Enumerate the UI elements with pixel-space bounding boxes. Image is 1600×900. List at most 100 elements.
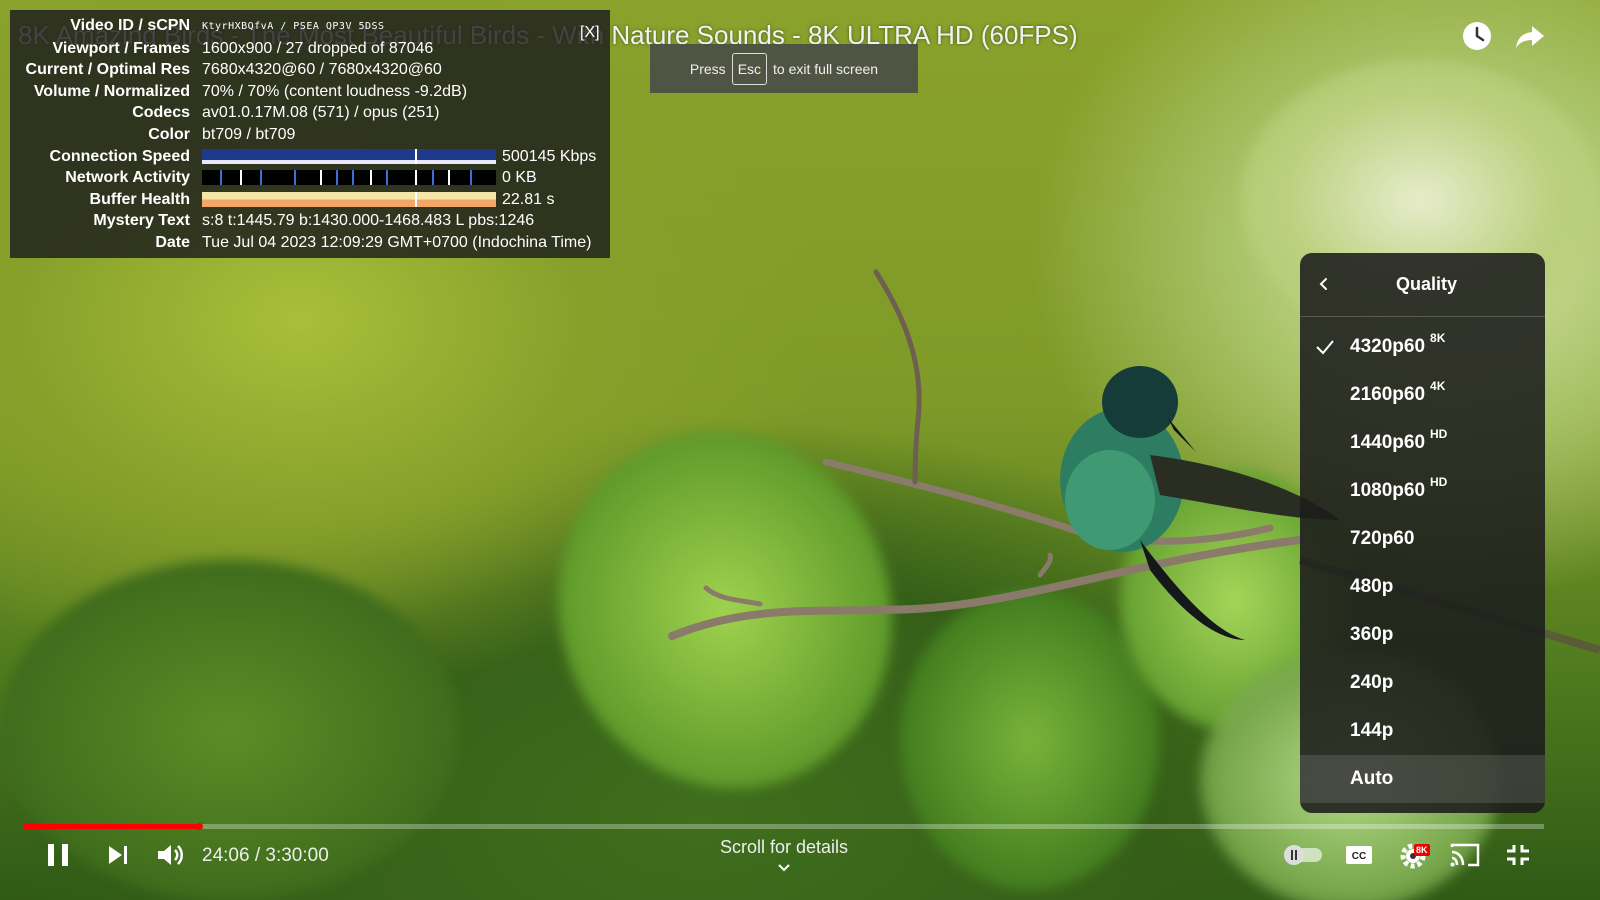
stats-key: Mystery Text (93, 212, 190, 230)
stats-key: Codecs (132, 104, 190, 122)
quality-option-label: 240p (1350, 672, 1394, 693)
progress-scrubber[interactable] (195, 823, 203, 830)
quality-option-label: 4320p60 (1350, 336, 1426, 357)
stats-key: Current / Optimal Res (25, 61, 190, 79)
stats-value: s:8 t:1445.79 b:1430.000-1468.483 L pbs:… (202, 212, 535, 230)
quality-option-label: 2160p60 (1350, 384, 1426, 405)
stats-row: Network Activity 0 KB (10, 167, 602, 189)
stats-row: Buffer Health 22.81 s (10, 189, 602, 211)
network-activity-tick (386, 170, 388, 186)
network-activity-tick (370, 170, 372, 186)
next-icon[interactable] (104, 838, 132, 872)
fullscreen-hint-suffix: to exit full screen (773, 60, 879, 77)
quality-option[interactable]: 4320p60 8K (1300, 323, 1545, 371)
quality-option-label: 1440p60 (1350, 432, 1426, 453)
stats-close-button[interactable]: [X] (580, 22, 600, 44)
quality-badge: 4K (1430, 379, 1446, 393)
quality-option-label: 360p (1350, 624, 1394, 645)
network-activity-tick (470, 170, 472, 186)
network-activity-tick (240, 170, 242, 186)
network-activity-tick (220, 170, 222, 186)
quality-badge: 8K (1430, 331, 1446, 345)
quality-options-list: 4320p60 8K 2160p60 4K 1440p60 HD 1080p60… (1300, 317, 1545, 803)
quality-option[interactable]: 1440p60 HD (1300, 419, 1545, 467)
quality-option[interactable]: 360p (1300, 611, 1545, 659)
stats-row: Date Tue Jul 04 2023 12:09:29 GMT+0700 (… (10, 232, 602, 254)
stats-row: Volume / Normalized 70% / 70% (content l… (10, 81, 602, 103)
stats-row: Connection Speed 500145 Kbps (10, 146, 602, 168)
svg-text:CC: CC (1352, 851, 1366, 862)
stats-row: Video ID / sCPN KtyrHXBQfvA / PSEA QP3V … (10, 14, 602, 38)
pause-icon[interactable] (44, 838, 72, 872)
stats-row: Viewport / Frames 1600x900 / 27 dropped … (10, 38, 602, 60)
network-activity-tick (352, 170, 354, 186)
stats-key: Buffer Health (89, 190, 190, 208)
stats-key: Video ID / sCPN (70, 17, 190, 34)
network-activity-tick (294, 170, 296, 186)
quality-badge: HD (1430, 475, 1448, 489)
cast-icon[interactable] (1449, 838, 1481, 872)
stats-row: Codecs av01.0.17M.08 (571) / opus (251) (10, 102, 602, 124)
stats-key: Volume / Normalized (33, 82, 190, 100)
checkmark-icon (1316, 340, 1334, 355)
progress-played (24, 824, 199, 829)
stats-value: 22.81 s (502, 190, 555, 208)
quality-option-label: 1080p60 (1350, 480, 1426, 501)
network-activity-tick (320, 170, 322, 186)
quality-menu: Quality 4320p60 8K 2160p60 4K 1440p60 HD… (1300, 253, 1545, 813)
scroll-for-details[interactable]: Scroll for details (700, 837, 868, 858)
chevron-down-icon[interactable] (776, 862, 792, 874)
stats-value: bt709 / bt709 (202, 125, 296, 143)
stats-key: Date (155, 233, 190, 251)
quality-option[interactable]: Auto (1300, 755, 1545, 803)
quality-option[interactable]: 480p (1300, 563, 1545, 611)
stats-for-nerds-panel: Video ID / sCPN KtyrHXBQfvA / PSEA QP3V … (10, 10, 610, 258)
settings-quality-badge: 8K (1414, 844, 1430, 856)
chevron-left-icon[interactable] (1314, 273, 1334, 295)
quality-option-label: 144p (1350, 720, 1394, 741)
clock-icon[interactable] (1461, 20, 1493, 52)
fullscreen-hint-prefix: Press (689, 60, 726, 77)
quality-menu-title: Quality (1395, 274, 1457, 294)
connection-speed-graph (202, 148, 496, 164)
stats-value: 70% / 70% (content loudness -9.2dB) (202, 82, 468, 100)
quality-option-label: 480p (1350, 576, 1394, 597)
quality-option-label: 720p60 (1350, 528, 1415, 549)
network-activity-graph (202, 170, 496, 186)
stats-row: Color bt709 / bt709 (10, 124, 602, 146)
network-activity-tick (432, 170, 434, 186)
exit-fullscreen-icon[interactable] (1503, 838, 1533, 872)
stats-key: Network Activity (65, 169, 190, 187)
time-display: 24:06 / 3:30:00 (202, 845, 329, 866)
network-activity-tick (336, 170, 338, 186)
stats-value: 0 KB (502, 169, 537, 187)
stats-value: 500145 Kbps (502, 147, 597, 165)
progress-bar[interactable] (24, 823, 1544, 830)
stats-row: Mystery Text s:8 t:1445.79 b:1430.000-14… (10, 210, 602, 232)
autoplay-toggle-icon[interactable] (1282, 838, 1324, 872)
captions-icon[interactable]: CC (1344, 838, 1374, 872)
stats-key: Connection Speed (49, 147, 190, 165)
esc-key-badge: Esc (731, 52, 768, 85)
quality-option[interactable]: 1080p60 HD (1300, 467, 1545, 515)
stats-value: 1600x900 / 27 dropped of 87046 (202, 39, 434, 57)
stats-table: Video ID / sCPN KtyrHXBQfvA / PSEA QP3V … (10, 14, 602, 254)
fullscreen-hint: Press Esc to exit full screen (650, 44, 918, 93)
stats-value: Tue Jul 04 2023 12:09:29 GMT+0700 (Indoc… (202, 233, 592, 251)
quality-option[interactable]: 2160p60 4K (1300, 371, 1545, 419)
quality-menu-header[interactable]: Quality (1300, 253, 1545, 317)
stats-key: Color (148, 125, 190, 143)
stats-value: av01.0.17M.08 (571) / opus (251) (202, 104, 440, 122)
stats-key: Viewport / Frames (52, 39, 190, 57)
volume-icon[interactable] (155, 838, 185, 872)
quality-option[interactable]: 144p (1300, 707, 1545, 755)
network-activity-tick (260, 170, 262, 186)
network-activity-tick (448, 170, 450, 186)
quality-option[interactable]: 720p60 (1300, 515, 1545, 563)
buffer-health-graph (202, 192, 496, 208)
quality-badge: HD (1430, 427, 1448, 441)
share-icon[interactable] (1514, 20, 1546, 52)
stats-row: Current / Optimal Res 7680x4320@60 / 768… (10, 59, 602, 81)
quality-option[interactable]: 240p (1300, 659, 1545, 707)
stats-value: KtyrHXBQfvA / PSEA QP3V 5DSS (202, 21, 385, 32)
